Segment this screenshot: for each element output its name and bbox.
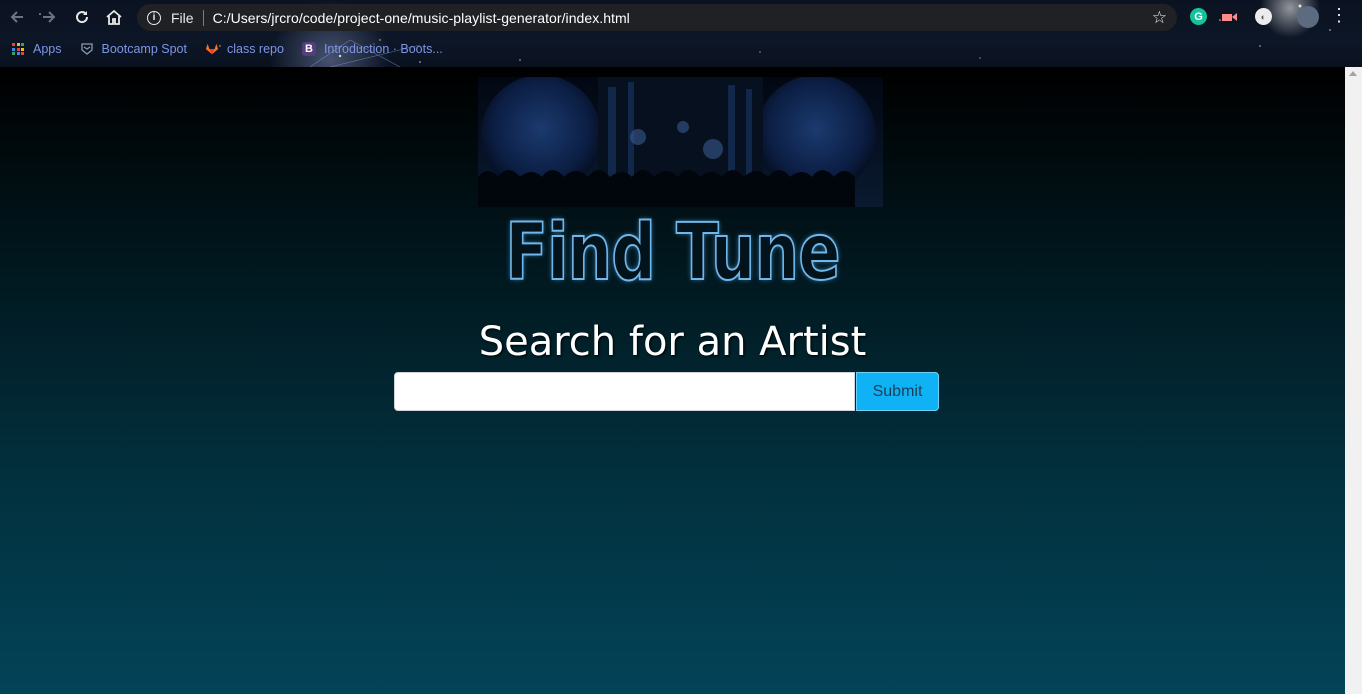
address-bar[interactable]: i File C:/Users/jrcro/code/project-one/m…: [137, 4, 1177, 31]
scroll-up-arrow-icon[interactable]: [1349, 71, 1357, 76]
home-button[interactable]: [103, 6, 125, 28]
extension-circle-icon[interactable]: ◐: [1255, 8, 1272, 25]
bookmark-label: class repo: [226, 42, 284, 56]
apps-grid-icon: [11, 42, 25, 56]
submit-button[interactable]: Submit: [856, 372, 939, 411]
bookmark-label: Apps: [33, 42, 62, 56]
search-heading: Search for an Artist: [478, 319, 867, 365]
back-button[interactable]: [6, 6, 28, 28]
bookmark-label: Introduction · Boots...: [323, 42, 443, 56]
bookmark-star-icon[interactable]: ☆: [1152, 8, 1167, 28]
reload-button[interactable]: [71, 6, 93, 28]
bookmarks-bar: Apps Bootcamp Spot class repo B Introduc…: [0, 38, 700, 60]
find-tune-logo: Find Tune: [504, 208, 841, 298]
bootcamp-shield-icon: [80, 42, 94, 56]
artist-search-input[interactable]: [394, 372, 855, 411]
screen-recorder-icon[interactable]: [1221, 8, 1238, 25]
bookmark-label: Bootcamp Spot: [101, 42, 187, 56]
arrow-left-icon: [10, 11, 23, 23]
grammarly-icon[interactable]: G: [1190, 8, 1207, 25]
bookmark-bootcamp-spot[interactable]: Bootcamp Spot: [80, 42, 187, 56]
url-text[interactable]: C:/Users/jrcro/code/project-one/music-pl…: [213, 10, 630, 26]
arrow-right-icon: [43, 11, 56, 23]
site-info-icon[interactable]: i: [147, 10, 161, 25]
bootstrap-icon: B: [301, 42, 316, 56]
bookmark-class-repo[interactable]: class repo: [205, 42, 284, 56]
page-body: Find Tune Search for an Artist Submit: [0, 67, 1345, 694]
vertical-scrollbar[interactable]: [1345, 67, 1362, 694]
bookmark-apps[interactable]: Apps: [11, 42, 62, 56]
reload-icon: [76, 11, 89, 24]
scheme-label: File: [171, 9, 194, 26]
home-icon: [106, 9, 122, 25]
gitlab-icon: [205, 42, 219, 56]
forward-button[interactable]: [38, 6, 60, 28]
bookmark-bootstrap-intro[interactable]: B Introduction · Boots...: [301, 42, 443, 56]
browser-toolbar: i File C:/Users/jrcro/code/project-one/m…: [0, 0, 1362, 67]
browser-menu-icon[interactable]: ⋮: [1330, 6, 1348, 24]
concert-hero-image: [478, 77, 883, 207]
profile-avatar[interactable]: [1297, 6, 1319, 28]
omnibox-divider: [202, 9, 204, 26]
